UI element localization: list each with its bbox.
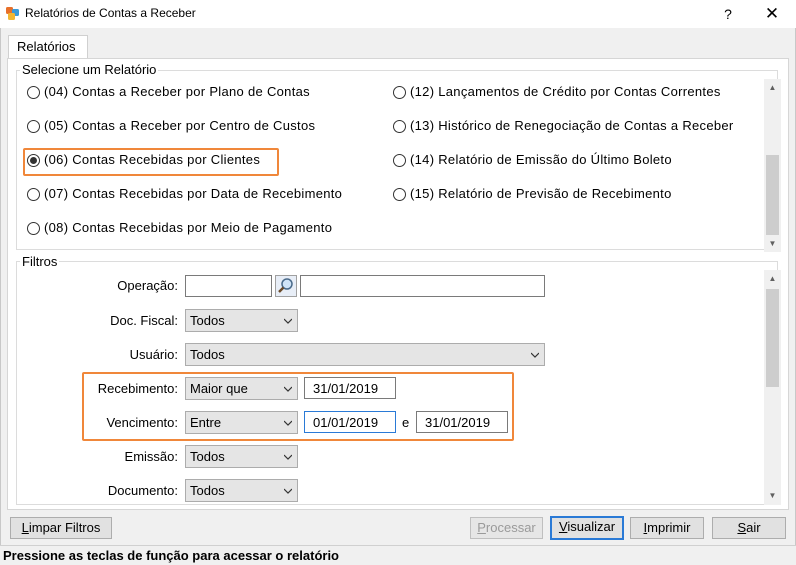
chevron-down-icon (531, 352, 539, 358)
vencimento-label: Vencimento: (106, 415, 178, 430)
recebimento-date-input[interactable]: 31/01/2019 (304, 377, 396, 399)
visualizar-button[interactable]: Visualizar (550, 516, 624, 540)
status-text: Pressione as teclas de função para acess… (3, 548, 339, 563)
usuario-label: Usuário: (129, 347, 178, 362)
report-group-legend: Selecione um Relatório (20, 62, 159, 77)
scroll-up-arrow-icon[interactable]: ▲ (764, 270, 781, 287)
processar-button[interactable]: Processar (470, 517, 543, 539)
scroll-up-arrow-icon[interactable]: ▲ (764, 79, 781, 96)
sair-button[interactable]: Sair (712, 517, 786, 539)
window-title: Relatórios de Contas a Receber (25, 6, 196, 20)
recebimento-operator-select[interactable]: Maior que (185, 377, 298, 400)
close-button[interactable]: ✕ (755, 2, 789, 26)
vencimento-operator-select[interactable]: Entre (185, 411, 298, 434)
imprimir-button[interactable]: Imprimir (630, 517, 704, 539)
radio-button[interactable] (393, 154, 406, 167)
radio-button[interactable] (27, 120, 40, 133)
report-list-scrollbar[interactable]: ▲ ▼ (764, 79, 781, 252)
usuario-select[interactable]: Todos (185, 343, 545, 366)
status-bar: Pressione as teclas de função para acess… (0, 545, 796, 565)
chevron-down-icon (284, 318, 292, 324)
emissao-label: Emissão: (124, 449, 178, 464)
radio-button[interactable] (27, 222, 40, 235)
radio-button[interactable] (393, 86, 406, 99)
tab-relatorios[interactable]: Relatórios (8, 35, 88, 59)
operacao-search-button[interactable] (275, 275, 297, 297)
doc-fiscal-label: Doc. Fiscal: (110, 313, 178, 328)
radio-button-selected[interactable] (27, 154, 40, 167)
radio-button[interactable] (393, 188, 406, 201)
radio-button[interactable] (27, 188, 40, 201)
documento-label: Documento: (107, 483, 178, 498)
chevron-down-icon (284, 386, 292, 392)
filters-group-legend: Filtros (20, 254, 60, 269)
magnifier-icon (278, 278, 293, 293)
app-logo-icon (6, 7, 19, 20)
scroll-down-arrow-icon[interactable]: ▼ (764, 235, 781, 252)
limpar-filtros-button[interactable]: Limpar Filtros (10, 517, 112, 539)
vencimento-date-to-input[interactable]: 31/01/2019 (416, 411, 508, 433)
chevron-down-icon (284, 488, 292, 494)
vencimento-date-from-input[interactable]: 01/01/2019 (304, 411, 396, 433)
documento-select[interactable]: Todos (185, 479, 298, 502)
radio-button[interactable] (393, 120, 406, 133)
chevron-down-icon (284, 454, 292, 460)
doc-fiscal-select[interactable]: Todos (185, 309, 298, 332)
recebimento-label: Recebimento: (97, 381, 178, 396)
chevron-down-icon (284, 420, 292, 426)
help-button[interactable]: ? (711, 2, 745, 26)
operacao-description-input[interactable] (300, 275, 545, 297)
operacao-label: Operação: (117, 278, 178, 293)
vencimento-connector-label: e (402, 415, 410, 430)
scroll-down-arrow-icon[interactable]: ▼ (764, 487, 781, 504)
operacao-code-input[interactable] (185, 275, 272, 297)
title-bar: Relatórios de Contas a Receber ? ✕ (0, 0, 796, 28)
scrollbar-thumb[interactable] (766, 155, 779, 235)
scrollbar-thumb[interactable] (766, 289, 779, 387)
emissao-select[interactable]: Todos (185, 445, 298, 468)
filters-scrollbar[interactable]: ▲ ▼ (764, 270, 781, 505)
tab-panel: Selecione um Relatório (04) Contas a Rec… (7, 58, 789, 510)
radio-button[interactable] (27, 86, 40, 99)
